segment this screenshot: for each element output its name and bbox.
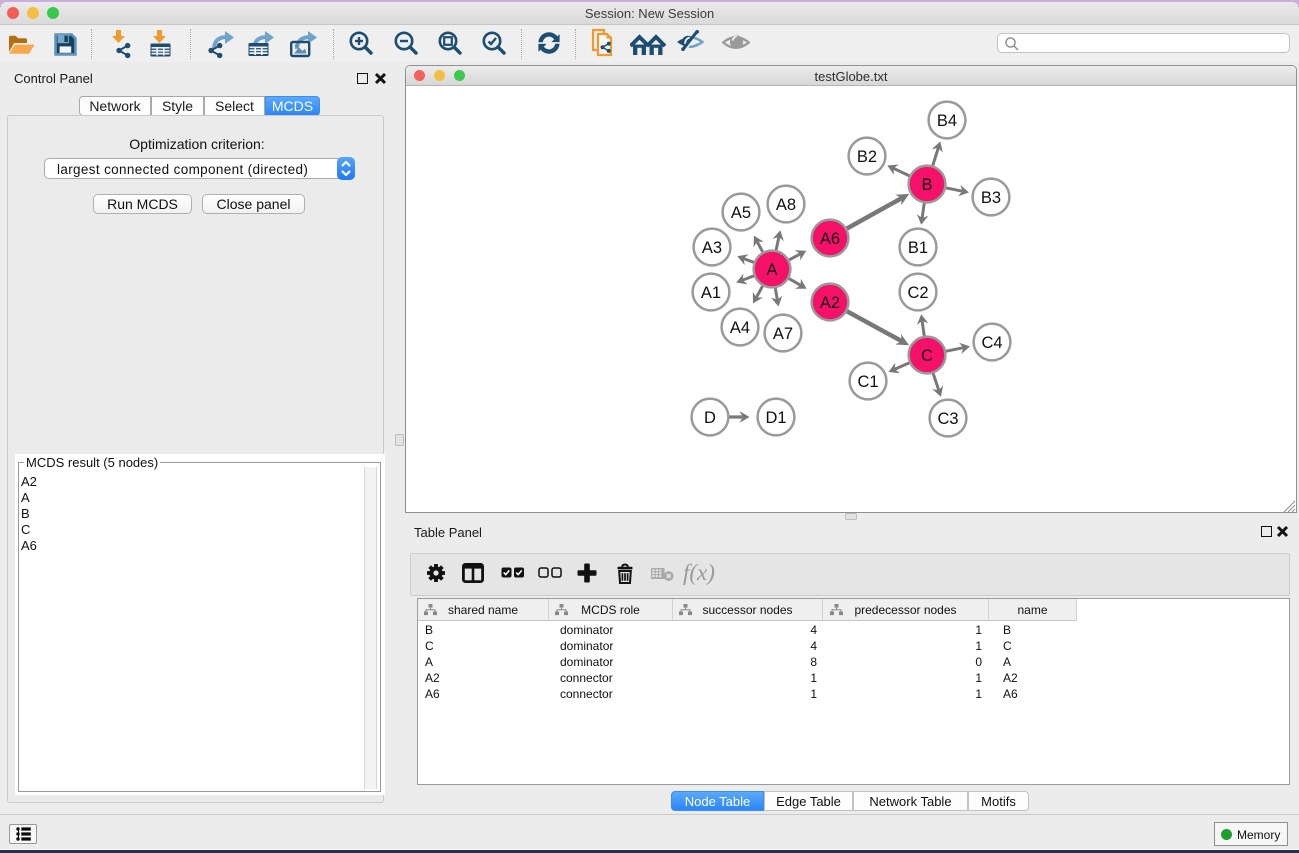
svg-text:A5: A5 xyxy=(731,204,751,222)
svg-text:A6: A6 xyxy=(820,230,840,248)
svg-text:A7: A7 xyxy=(773,325,793,343)
svg-text:C1: C1 xyxy=(857,373,878,391)
svg-text:A3: A3 xyxy=(702,239,722,257)
svg-text:B1: B1 xyxy=(908,239,928,257)
svg-text:B: B xyxy=(921,176,932,194)
svg-text:D1: D1 xyxy=(765,409,786,427)
svg-text:C4: C4 xyxy=(981,334,1002,352)
svg-text:D: D xyxy=(704,409,716,427)
svg-text:C: C xyxy=(921,347,933,365)
svg-text:A2: A2 xyxy=(820,294,840,312)
svg-text:A: A xyxy=(766,261,777,279)
svg-text:B3: B3 xyxy=(981,189,1001,207)
svg-text:A1: A1 xyxy=(701,284,721,302)
svg-text:C2: C2 xyxy=(907,284,928,302)
svg-text:A8: A8 xyxy=(776,196,796,214)
svg-text:C3: C3 xyxy=(937,410,958,428)
svg-text:B4: B4 xyxy=(937,112,957,130)
svg-text:A4: A4 xyxy=(730,319,750,337)
svg-text:B2: B2 xyxy=(857,148,877,166)
